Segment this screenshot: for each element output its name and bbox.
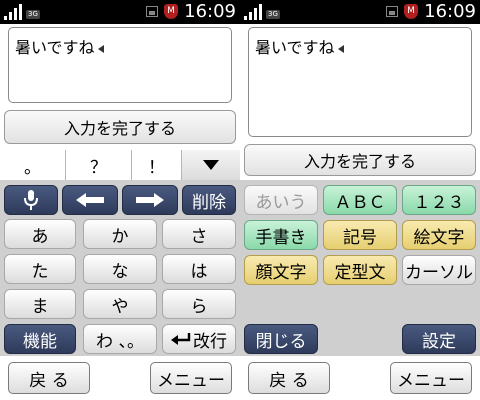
candidate-label: ！ xyxy=(148,157,165,178)
complete-input-label: 入力を完了する xyxy=(303,152,416,171)
key-sa[interactable]: さ xyxy=(162,219,236,249)
settings-label: 設定 xyxy=(422,331,456,352)
left-screen: 3G M 16:09 暑いですね 入力を完了する 。 ？ ！ 削除 あ か さ … xyxy=(0,0,240,400)
key-label: ま xyxy=(31,296,49,317)
arrow-right-icon xyxy=(136,193,164,207)
complete-input-label: 入力を完了する xyxy=(63,119,176,138)
security-notification-icon: M xyxy=(404,4,418,19)
key-ra[interactable]: ら xyxy=(162,289,236,319)
menu-label: メニュー xyxy=(157,370,225,391)
key-na[interactable]: な xyxy=(83,254,157,284)
function-label: 機能 xyxy=(23,331,57,352)
key-label: わ 、。 xyxy=(96,331,144,352)
tool-label: 顔文字 xyxy=(255,262,307,283)
candidate-question[interactable]: ？ xyxy=(66,150,132,180)
emoji-button[interactable]: 絵文字 xyxy=(402,220,476,250)
image-notification-icon xyxy=(146,6,158,17)
mode-alpha-button[interactable]: ＡＢＣ xyxy=(323,185,397,215)
voice-input-button[interactable] xyxy=(4,185,58,215)
complete-input-button[interactable]: 入力を完了する xyxy=(244,144,476,176)
security-notification-icon: M xyxy=(164,4,178,19)
text-input-area[interactable]: 暑いですね xyxy=(248,27,472,137)
triangle-down-icon xyxy=(203,160,219,170)
key-label: ら xyxy=(190,296,208,317)
key-ka[interactable]: か xyxy=(83,219,157,249)
close-button[interactable]: 閉じる xyxy=(244,324,318,354)
cursor-caret-icon xyxy=(97,44,104,53)
key-label: か xyxy=(111,226,129,247)
key-label: さ xyxy=(190,226,208,247)
tool-label: 定型文 xyxy=(334,262,386,283)
tool-label: 手書き xyxy=(255,227,307,248)
tool-label: カーソル xyxy=(405,262,473,283)
back-label: 戻 る xyxy=(269,370,309,391)
menu-label: メニュー xyxy=(397,370,465,391)
menu-button[interactable]: メニュー xyxy=(150,362,232,394)
mode-hiragana-button[interactable]: あいう xyxy=(244,185,318,215)
key-label: は xyxy=(190,261,208,282)
back-button[interactable]: 戻 る xyxy=(8,362,90,394)
mode-number-button[interactable]: １２３ xyxy=(402,185,476,215)
candidate-period[interactable]: 。 xyxy=(0,150,66,180)
softkey-bar: 戻 る メニュー xyxy=(240,356,480,400)
mode-label: ＡＢＣ xyxy=(334,192,386,213)
key-ma[interactable]: ま xyxy=(4,289,76,319)
key-label: た xyxy=(31,261,49,282)
settings-button[interactable]: 設定 xyxy=(402,324,476,354)
candidate-exclaim[interactable]: ！ xyxy=(132,150,182,180)
mode-label: １２３ xyxy=(413,192,465,213)
network-badge: 3G xyxy=(266,10,280,19)
key-ha[interactable]: は xyxy=(162,254,236,284)
clock: 16:09 xyxy=(424,1,476,22)
image-notification-icon xyxy=(386,6,398,17)
menu-button[interactable]: メニュー xyxy=(390,362,472,394)
candidate-label: ？ xyxy=(90,157,107,178)
complete-input-button[interactable]: 入力を完了する xyxy=(4,110,236,144)
back-button[interactable]: 戻 る xyxy=(248,362,330,394)
key-a[interactable]: あ xyxy=(4,219,76,249)
tool-label: 記号 xyxy=(343,227,377,248)
key-ta[interactable]: た xyxy=(4,254,76,284)
status-bar: 3G M 16:09 xyxy=(0,0,240,24)
text-input-value: 暑いですね xyxy=(255,38,335,57)
key-label: や xyxy=(111,296,129,317)
arrow-left-icon xyxy=(76,193,104,207)
candidate-label: 。 xyxy=(24,157,41,178)
back-label: 戻 る xyxy=(29,370,69,391)
mode-label: あいう xyxy=(255,192,307,213)
symbols-button[interactable]: 記号 xyxy=(323,220,397,250)
handwriting-button[interactable]: 手書き xyxy=(244,220,318,250)
cursor-left-button[interactable] xyxy=(62,185,118,215)
function-panel: あいう ＡＢＣ １２３ 手書き 記号 絵文字 顔文字 定型文 カーソル 閉じる … xyxy=(240,180,480,356)
text-input-area[interactable]: 暑いですね xyxy=(8,27,232,103)
kaomoji-button[interactable]: 顔文字 xyxy=(244,255,318,285)
softkey-bar: 戻 る メニュー xyxy=(0,356,240,400)
status-bar: 3G M 16:09 xyxy=(240,0,480,24)
key-ya[interactable]: や xyxy=(83,289,157,319)
close-label: 閉じる xyxy=(255,331,307,352)
right-screen: 3G M 16:09 暑いですね 入力を完了する あいう ＡＢＣ １２３ 手書き… xyxy=(240,0,480,400)
return-icon xyxy=(171,333,191,345)
key-label: な xyxy=(111,261,129,282)
function-button[interactable]: 機能 xyxy=(4,324,76,354)
clock: 16:09 xyxy=(184,1,236,22)
microphone-icon xyxy=(24,190,38,210)
cursor-right-button[interactable] xyxy=(122,185,178,215)
delete-label: 削除 xyxy=(192,192,226,213)
key-wa[interactable]: わ 、。 xyxy=(83,324,157,354)
delete-button[interactable]: 削除 xyxy=(182,185,236,215)
key-label: あ xyxy=(31,226,49,247)
newline-button[interactable]: 改行 xyxy=(162,324,236,354)
tool-label: 絵文字 xyxy=(413,227,465,248)
network-badge: 3G xyxy=(26,10,40,19)
cursor-caret-icon xyxy=(337,44,344,53)
templates-button[interactable]: 定型文 xyxy=(323,255,397,285)
cursor-button[interactable]: カーソル xyxy=(402,255,476,285)
text-input-value: 暑いですね xyxy=(15,38,95,57)
newline-label: 改行 xyxy=(193,331,227,352)
expand-candidates-button[interactable] xyxy=(182,150,240,180)
keyboard: 削除 あ か さ た な は ま や ら 機能 わ 、。 改行 xyxy=(0,180,240,356)
